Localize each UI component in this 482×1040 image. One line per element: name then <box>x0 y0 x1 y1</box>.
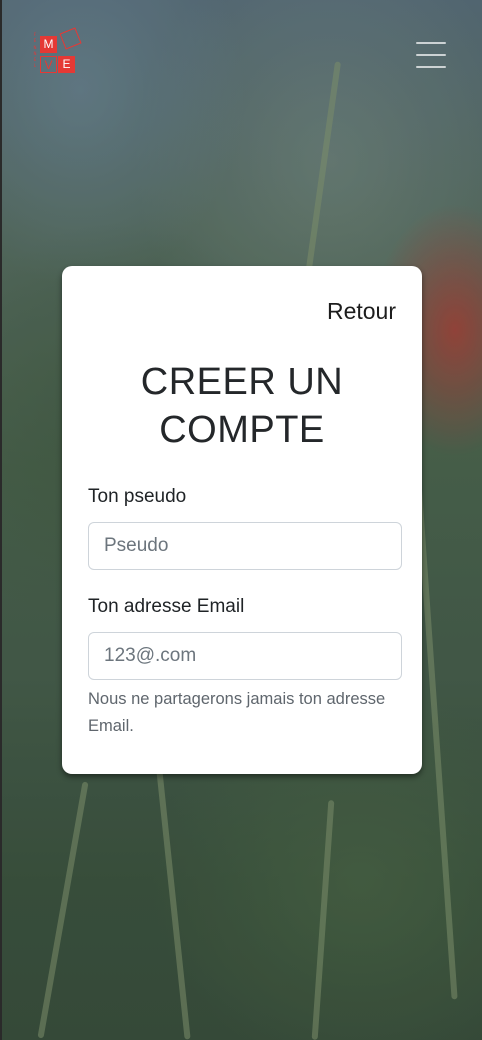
signup-card: Retour CREER UN COMPTE Ton pseudo Ton ad… <box>62 266 422 774</box>
pseudo-label: Ton pseudo <box>88 486 187 507</box>
menu-bar-bottom <box>416 66 446 68</box>
brand-logo[interactable]: FENNEL M V E <box>30 27 86 78</box>
logo-letter-e: E <box>58 56 75 73</box>
pseudo-input[interactable] <box>88 522 402 570</box>
logo-letter-v: V <box>40 56 57 73</box>
menu-bar-top <box>416 42 446 44</box>
email-label: Ton adresse Email <box>88 596 245 617</box>
menu-bar-middle <box>416 54 446 56</box>
back-link[interactable]: Retour <box>327 298 396 325</box>
logo-side-text: FENNEL <box>33 32 37 69</box>
hamburger-menu-icon[interactable] <box>414 40 448 70</box>
logo-letter-o <box>59 27 82 50</box>
logo-letter-m: M <box>40 36 57 53</box>
title-line-2: COMPTE <box>159 409 325 451</box>
email-help-text: Nous ne partagerons jamais ton adresse E… <box>88 690 386 735</box>
email-input[interactable] <box>88 632 402 680</box>
title-line-1: CREER UN <box>140 361 344 403</box>
window-edge <box>0 0 2 1040</box>
page-title: CREER UN COMPTE <box>62 358 422 454</box>
